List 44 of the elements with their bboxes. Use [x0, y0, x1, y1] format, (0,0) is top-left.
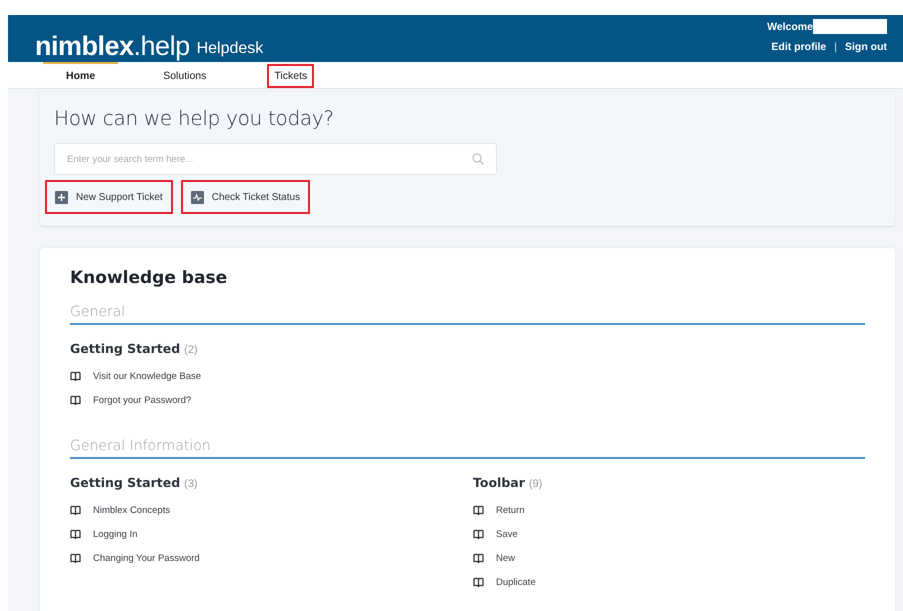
- book-icon: [473, 529, 484, 539]
- category-title[interactable]: Toolbar: [473, 475, 525, 490]
- book-icon: [473, 553, 484, 563]
- article-link[interactable]: Return: [496, 504, 525, 516]
- hero-title: How can we help you today?: [54, 106, 335, 130]
- section-heading: General: [70, 304, 865, 325]
- plus-icon: [55, 190, 68, 204]
- ticket-button[interactable]: Check Ticket Status: [180, 180, 310, 214]
- ticket-button[interactable]: New Support Ticket: [45, 180, 173, 214]
- book-icon: [473, 577, 484, 587]
- book-icon: [70, 529, 81, 539]
- category-title[interactable]: Getting Started: [70, 341, 180, 356]
- article-link[interactable]: Duplicate: [496, 576, 536, 588]
- article-link[interactable]: Changing Your Password: [93, 552, 200, 564]
- book-icon: [70, 371, 81, 381]
- book-icon: [70, 553, 81, 563]
- search-icon[interactable]: [472, 153, 484, 165]
- article-link[interactable]: Save: [496, 528, 518, 540]
- article-link[interactable]: Logging In: [93, 528, 138, 540]
- book-icon: [70, 395, 81, 405]
- article-count: (9): [528, 478, 542, 490]
- article-link[interactable]: New: [496, 552, 516, 564]
- article-link[interactable]: Visit our Knowledge Base: [93, 370, 202, 382]
- nav-tab[interactable]: Home: [59, 64, 102, 88]
- logo[interactable]: nimblex.help: [35, 31, 190, 62]
- nav-tab[interactable]: Solutions: [156, 64, 214, 88]
- pulse-icon: [190, 190, 204, 204]
- nav-tab[interactable]: Tickets: [267, 64, 314, 88]
- search-bar[interactable]: Enter your search term here...: [54, 143, 497, 175]
- category-title[interactable]: Getting Started: [70, 475, 180, 490]
- search-field[interactable]: Enter your search term here...: [65, 152, 472, 166]
- sign-out-link[interactable]: Sign out: [845, 41, 887, 53]
- article-count: (2): [184, 344, 198, 356]
- welcome-text: Welcome: [767, 20, 813, 32]
- section-title: Knowledge base: [70, 268, 228, 288]
- edit-profile-link[interactable]: Edit profile: [771, 41, 826, 53]
- article-count: (3): [184, 478, 198, 490]
- article-link[interactable]: Forgot your Password?: [93, 394, 192, 406]
- book-icon: [473, 505, 484, 515]
- section-heading: General Information: [70, 438, 865, 459]
- book-icon: [70, 505, 81, 515]
- article-link[interactable]: Nimblex Concepts: [93, 504, 170, 516]
- separator: |: [834, 41, 837, 53]
- product-name: Helpdesk: [196, 40, 264, 58]
